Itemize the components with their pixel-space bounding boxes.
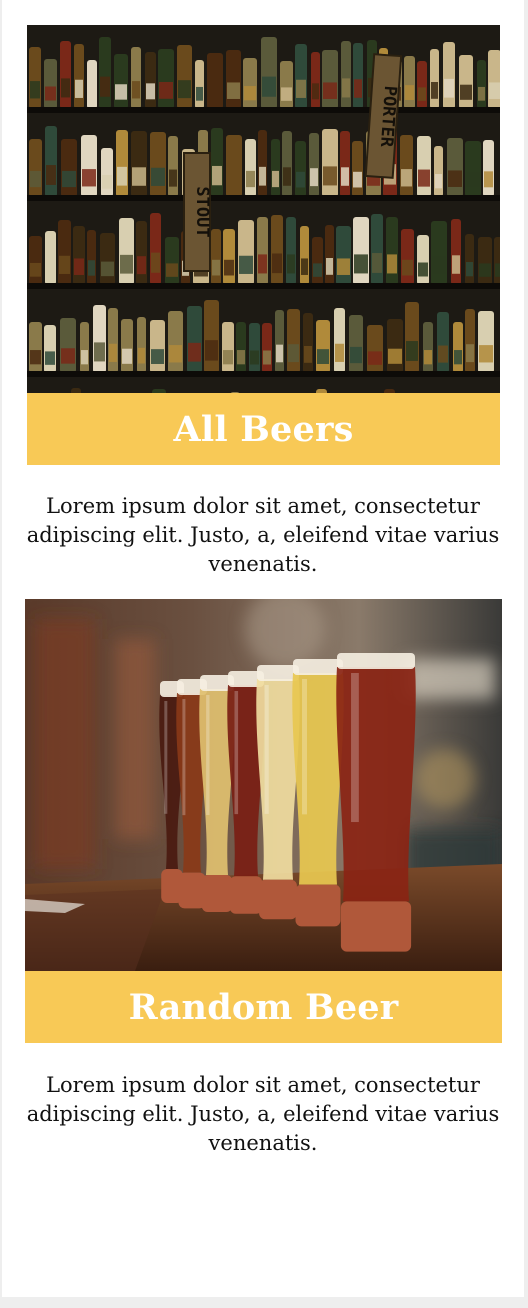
all-beers-title: All Beers [173,408,354,450]
svg-text:STOUT: STOUT [192,186,212,237]
page: STOUT PORTER All Beers Lorem ipsum dolor… [2,0,524,1297]
random-beer-title: Random Beer [128,986,399,1028]
all-beers-image[interactable]: STOUT PORTER [27,25,500,393]
random-beer-description: Lorem ipsum dolor sit amet, consectetur … [26,1073,500,1155]
random-beer-card[interactable]: Random Beer [25,599,502,1043]
all-beers-card[interactable]: STOUT PORTER All Beers [27,25,500,465]
all-beers-description: Lorem ipsum dolor sit amet, consectetur … [26,494,500,576]
stout-sign: STOUT [183,152,212,272]
random-beer-banner[interactable]: Random Beer [25,971,502,1043]
beer-shelves-photo: STOUT PORTER [27,25,500,393]
beer-glasses-photo [25,599,502,971]
random-beer-image[interactable] [25,599,502,971]
all-beers-banner[interactable]: All Beers [27,393,500,465]
